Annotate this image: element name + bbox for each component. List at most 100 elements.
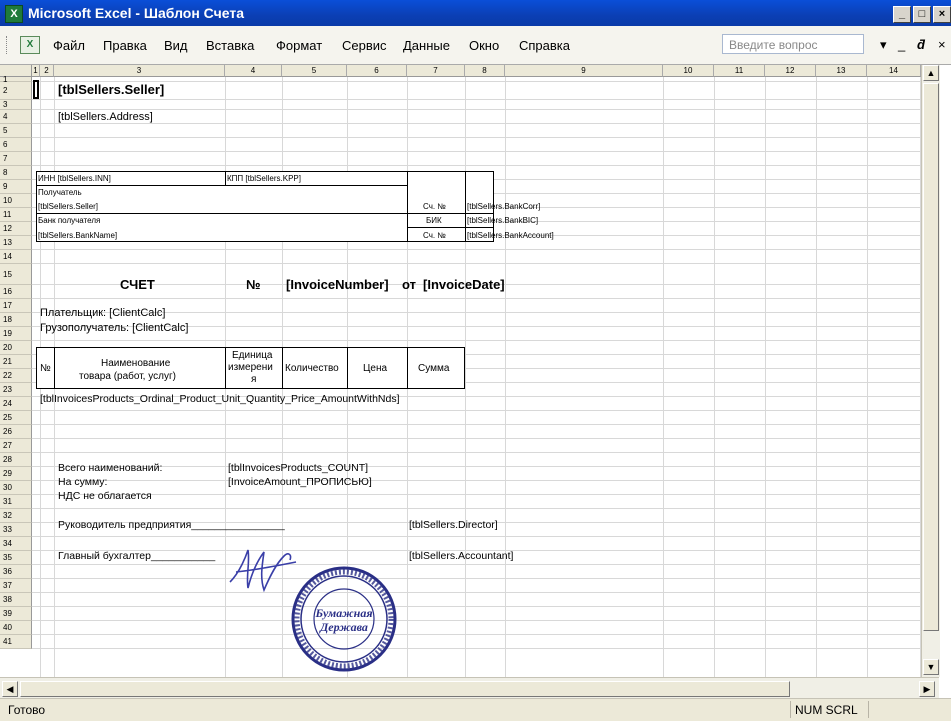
row-header[interactable]: 36 [0,565,32,579]
row-header[interactable]: 17 [0,299,32,313]
row-header[interactable]: 18 [0,313,32,327]
row-header[interactable]: 26 [0,425,32,439]
workbook-icon[interactable]: X [20,36,40,54]
row-header[interactable]: 28 [0,453,32,467]
horizontal-scroll-thumb[interactable] [20,681,790,697]
menu-insert[interactable]: Вставка [206,38,254,53]
row-header[interactable]: 3 [0,100,32,110]
row-header[interactable]: 23 [0,383,32,397]
col-header[interactable]: 10 [663,65,714,77]
row-header[interactable]: 37 [0,579,32,593]
row-header[interactable]: 22 [0,369,32,383]
row-header[interactable]: 14 [0,250,32,264]
seller-inn[interactable]: ИНН [tblSellers.INN] [38,174,111,183]
row-header[interactable]: 30 [0,481,32,495]
amount-value[interactable]: [InvoiceAmount_ПРОПИСЬЮ] [228,476,372,488]
col-header[interactable]: 3 [54,65,225,77]
consignee[interactable]: Грузополучатель: [ClientCalc] [40,322,188,334]
minimize-icon[interactable]: _ [893,6,911,23]
col-header[interactable]: 8 [465,65,505,77]
scroll-up-icon[interactable]: ▲ [923,65,939,81]
row-header[interactable]: 12 [0,222,32,236]
row-header[interactable]: 9 [0,180,32,194]
invoice-number[interactable]: [InvoiceNumber] [286,277,389,292]
restore-icon[interactable]: □ [913,6,931,23]
ask-dropdown-icon[interactable]: ▾ [880,37,887,53]
row-header[interactable]: 13 [0,236,32,250]
invoice-date[interactable]: [InvoiceDate] [423,277,505,292]
col-header[interactable]: 12 [765,65,816,77]
seller-address[interactable]: [tblSellers.Address] [58,111,153,123]
menu-help[interactable]: Справка [519,38,570,53]
col-header[interactable]: 11 [714,65,765,77]
scroll-left-icon[interactable]: ◀ [2,681,18,697]
col-header[interactable]: 4 [225,65,282,77]
menu-tools[interactable]: Сервис [342,38,387,53]
row-header[interactable]: 16 [0,285,32,299]
scroll-right-icon[interactable]: ▶ [919,681,935,697]
menu-format[interactable]: Формат [276,38,322,53]
col-header[interactable]: 5 [282,65,347,77]
doc-close-icon[interactable]: × [938,37,946,52]
close-icon[interactable]: × [933,6,951,23]
row-header[interactable]: 32 [0,509,32,523]
row-header[interactable]: 34 [0,537,32,551]
row-header[interactable]: 29 [0,467,32,481]
scroll-down-icon[interactable]: ▼ [923,659,939,675]
col-header[interactable]: 7 [407,65,465,77]
row-header[interactable]: 31 [0,495,32,509]
total-items-value[interactable]: [tblInvoicesProducts_COUNT] [228,462,368,474]
worksheet[interactable]: 1 2 3 4 5 6 7 8 9 10 11 12 13 14 1234567… [0,64,951,700]
row-header[interactable]: 33 [0,523,32,537]
vertical-scrollbar[interactable]: ▲ ▼ [921,65,940,677]
row-header[interactable]: 40 [0,621,32,635]
row-header[interactable]: 11 [0,208,32,222]
bank-account[interactable]: [tblSellers.BankAccount] [467,231,554,240]
row-header[interactable]: 39 [0,607,32,621]
row-header[interactable]: 19 [0,327,32,341]
doc-minimize-icon[interactable]: _ [898,37,905,52]
row-header[interactable]: 2 [0,82,32,100]
col-header[interactable]: 14 [867,65,921,77]
col-header[interactable]: 2 [40,65,54,77]
products-row[interactable]: [tblInvoicesProducts_Ordinal_Product_Uni… [40,393,400,405]
excel-app-icon[interactable]: X [5,5,23,23]
row-header[interactable]: 35 [0,551,32,565]
recipient-value[interactable]: [tblSellers.Seller] [38,202,98,211]
bank-corr[interactable]: [tblSellers.BankCorr] [467,202,540,211]
row-header[interactable]: 4 [0,110,32,124]
row-header[interactable]: 5 [0,124,32,138]
row-header[interactable]: 21 [0,355,32,369]
bank-name[interactable]: [tblSellers.BankName] [38,231,117,240]
vertical-scroll-thumb[interactable] [923,83,939,631]
menu-file[interactable]: Файл [53,38,85,53]
doc-restore-icon[interactable]: ƌ [917,37,925,52]
vat-note[interactable]: НДС не облагается [58,490,152,502]
director-value[interactable]: [tblSellers.Director] [409,519,498,531]
horizontal-scrollbar[interactable]: ◀ ▶ [0,677,939,700]
row-header[interactable]: 24 [0,397,32,411]
ask-question-input[interactable]: Введите вопрос [722,34,864,54]
toolbar-grip-icon[interactable] [6,36,9,54]
col-header[interactable]: 13 [816,65,867,77]
bank-bic[interactable]: [tblSellers.BankBIC] [467,216,538,225]
col-header[interactable]: 9 [505,65,663,77]
menu-view[interactable]: Вид [164,38,188,53]
seller-kpp[interactable]: КПП [tblSellers.KPP] [227,174,301,183]
col-header[interactable]: 6 [347,65,407,77]
row-header[interactable]: 41 [0,635,32,649]
row-header[interactable]: 20 [0,341,32,355]
col-header[interactable]: 1 [32,65,40,77]
row-header[interactable]: 25 [0,411,32,425]
menu-edit[interactable]: Правка [103,38,147,53]
row-header[interactable]: 6 [0,138,32,152]
row-header[interactable]: 38 [0,593,32,607]
row-header[interactable]: 7 [0,152,32,166]
menu-window[interactable]: Окно [469,38,499,53]
row-header[interactable]: 8 [0,166,32,180]
menu-data[interactable]: Данные [403,38,450,53]
accountant-value[interactable]: [tblSellers.Accountant] [409,550,513,562]
row-header[interactable]: 10 [0,194,32,208]
row-header[interactable]: 27 [0,439,32,453]
seller-name[interactable]: [tblSellers.Seller] [58,82,164,97]
